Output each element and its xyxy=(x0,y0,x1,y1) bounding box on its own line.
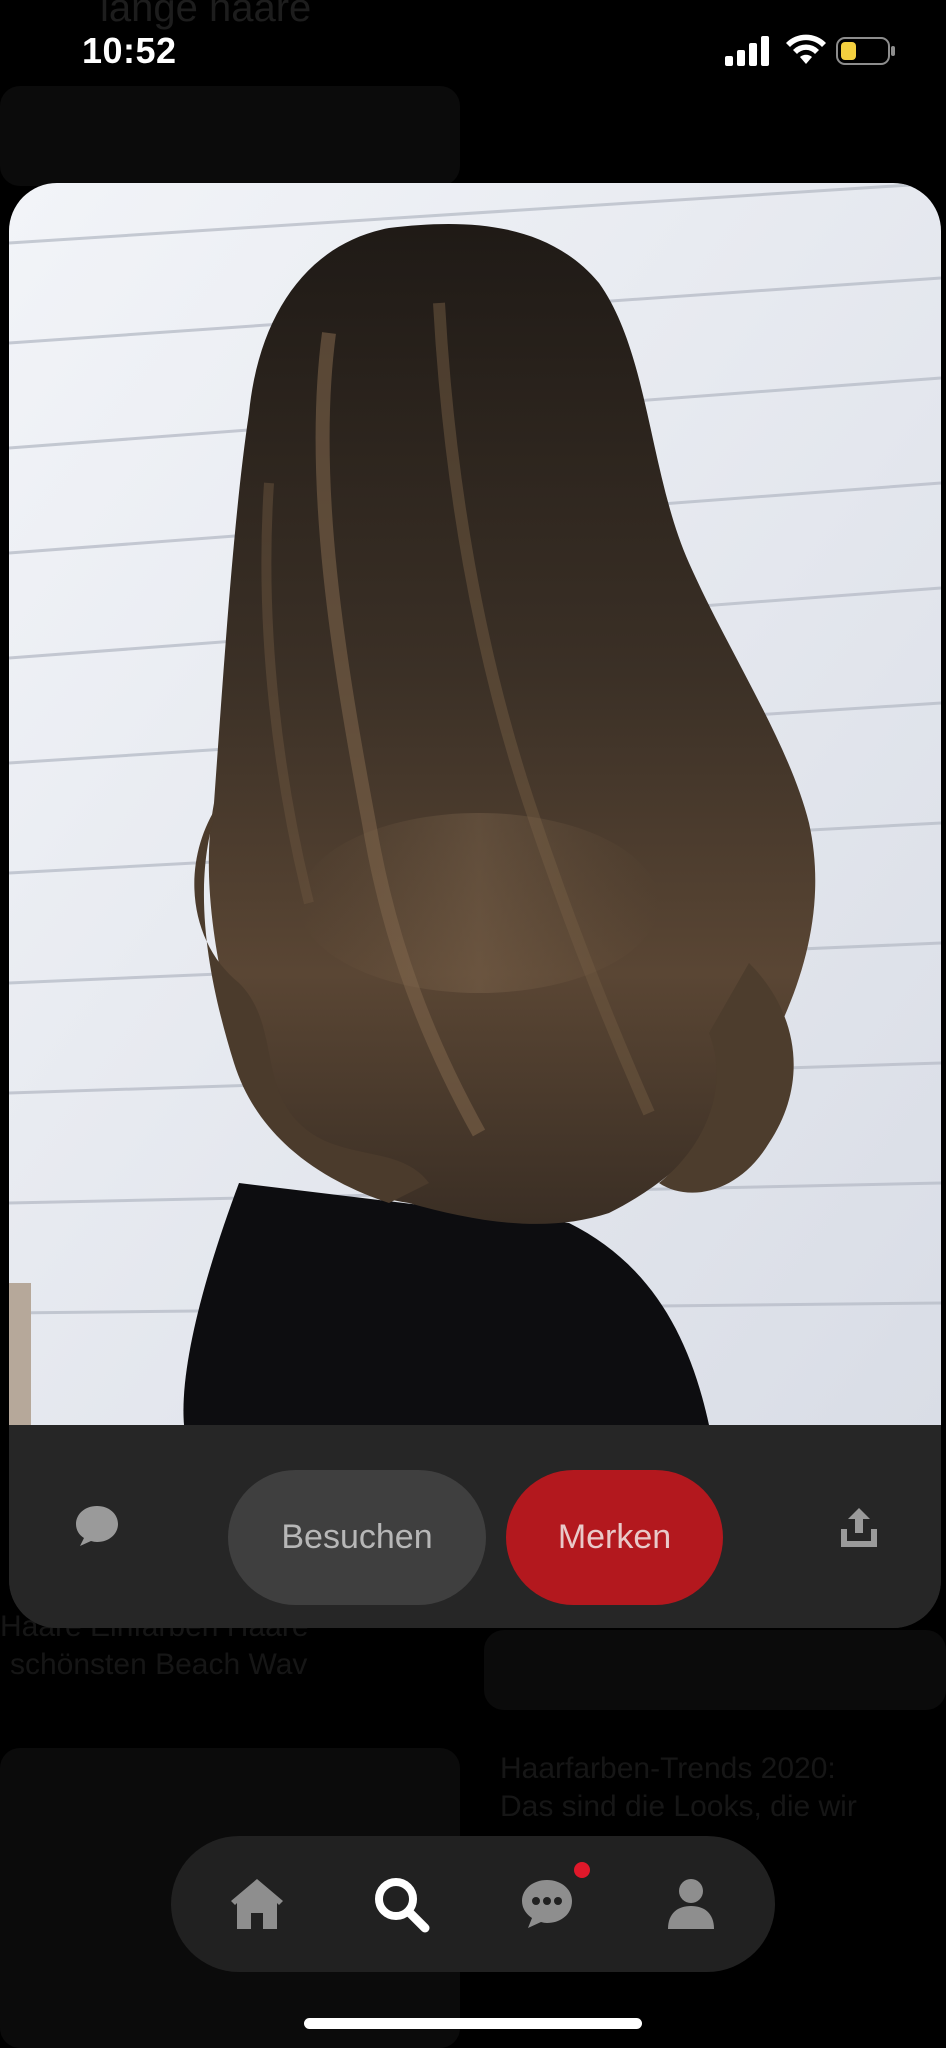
tab-home[interactable] xyxy=(223,1870,291,1938)
notification-dot xyxy=(574,1862,590,1878)
comment-button[interactable] xyxy=(71,1501,123,1551)
tab-profile[interactable] xyxy=(657,1870,725,1938)
feed-pin-tile[interactable] xyxy=(484,1630,946,1710)
save-button[interactable]: Merken xyxy=(506,1470,723,1605)
feed-pin-title: schönsten Beach Wav xyxy=(10,1648,308,1681)
tab-messages[interactable] xyxy=(513,1870,581,1938)
status-time: 10:52 xyxy=(82,30,177,71)
home-icon xyxy=(231,1879,283,1929)
pin-action-bar: Besuchen Merken xyxy=(9,1425,941,1628)
pin-image[interactable] xyxy=(9,183,941,1425)
wifi-icon xyxy=(786,34,826,64)
feed-pin-title: Das sind die Looks, die wir xyxy=(500,1790,857,1823)
share-upload-icon xyxy=(841,1508,877,1547)
hair-photo-image xyxy=(9,183,941,1425)
bottom-tab-bar xyxy=(171,1836,775,1972)
share-button[interactable] xyxy=(831,1499,887,1555)
home-indicator xyxy=(304,2018,642,2029)
feed-pin-title: Haarfarben-Trends 2020: xyxy=(500,1752,836,1785)
visit-button[interactable]: Besuchen xyxy=(228,1470,486,1605)
feed-pin-tile[interactable] xyxy=(0,86,460,186)
pin-closeup-card: Besuchen Merken xyxy=(9,183,941,1628)
status-bar: 10:52 xyxy=(0,0,946,100)
profile-icon xyxy=(668,1879,714,1929)
battery-icon xyxy=(836,37,895,65)
cellular-signal-icon xyxy=(725,36,769,66)
search-icon xyxy=(375,1878,430,1933)
tab-search[interactable] xyxy=(367,1870,435,1938)
speech-bubble-icon xyxy=(76,1506,118,1546)
chat-bubble-icon xyxy=(522,1880,572,1928)
